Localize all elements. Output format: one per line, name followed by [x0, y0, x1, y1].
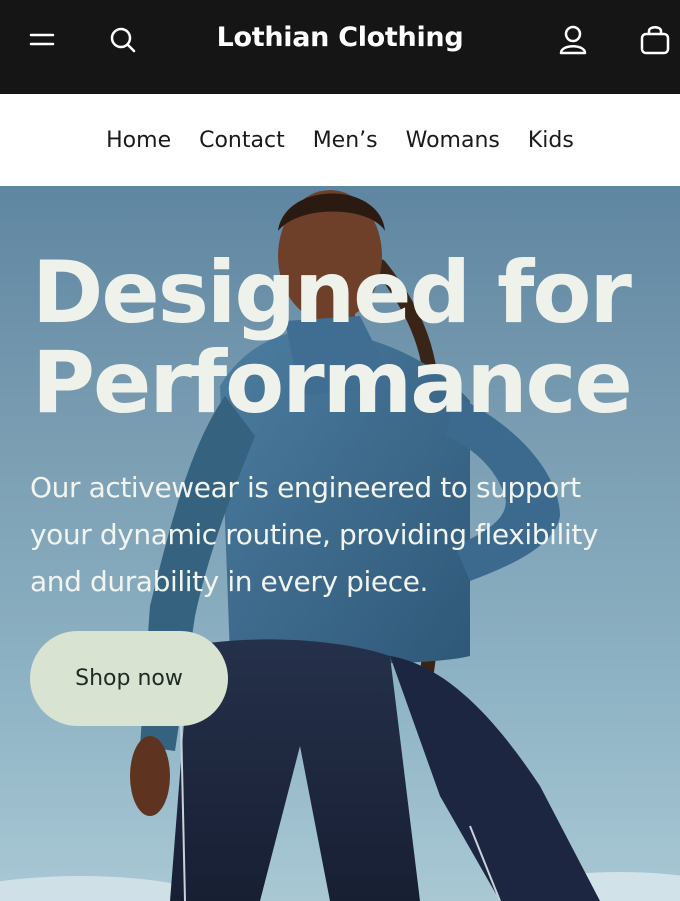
menu-icon: [29, 33, 55, 46]
account-button[interactable]: [551, 18, 595, 62]
search-button[interactable]: [101, 18, 145, 62]
hero-title-line-2: Performance: [32, 333, 633, 433]
search-icon: [110, 27, 136, 53]
shop-now-button[interactable]: Shop now: [30, 631, 228, 726]
hero-banner: Designed for Performance Our activewear …: [0, 186, 680, 901]
nav-item-contact[interactable]: Contact: [199, 128, 285, 153]
nav-item-womans[interactable]: Womans: [406, 128, 500, 153]
nav-item-kids[interactable]: Kids: [528, 128, 574, 153]
site-header: Lothian Clothing: [0, 0, 680, 94]
menu-button[interactable]: [20, 18, 64, 62]
nav-item-mens[interactable]: Men’s: [313, 128, 378, 153]
hero-description: Our activewear is engineered to support …: [30, 471, 599, 598]
nav-item-home[interactable]: Home: [106, 128, 171, 153]
main-nav: Home Contact Men’s Womans Kids: [0, 94, 680, 186]
hero-title-line-1: Designed for: [32, 243, 632, 343]
account-icon: [559, 25, 587, 55]
cart-button[interactable]: [633, 18, 677, 62]
hero-title: Designed for Performance: [32, 248, 652, 428]
bag-icon: [640, 26, 670, 55]
